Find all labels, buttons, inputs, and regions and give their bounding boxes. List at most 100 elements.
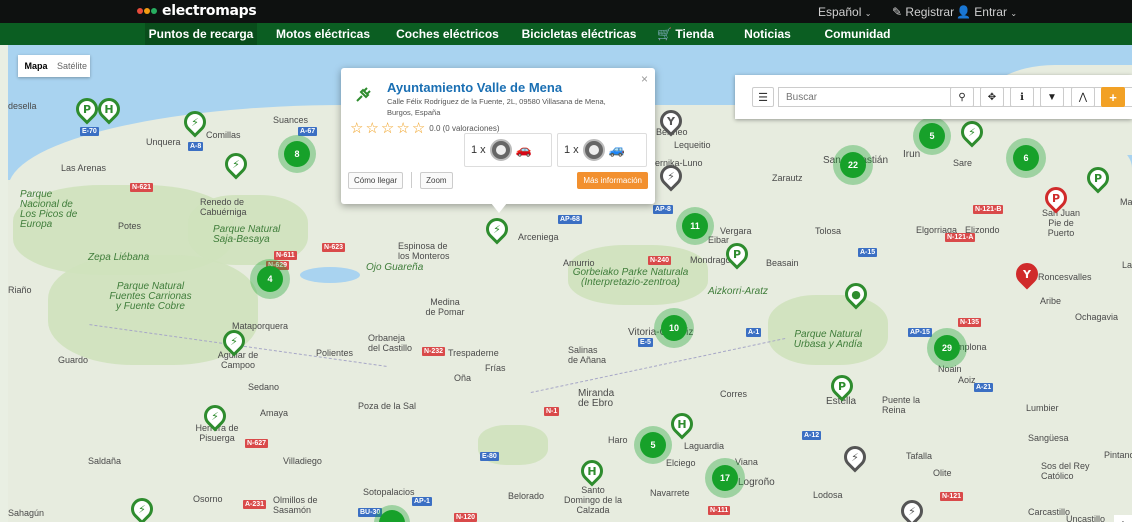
place-label: Lequeitio [674, 140, 711, 150]
close-icon[interactable]: × [641, 72, 648, 86]
nav-electric-cars[interactable]: Coches eléctricos [390, 23, 505, 45]
station-cluster[interactable]: 22 [833, 145, 873, 185]
place-label: Laguardia [684, 441, 725, 451]
connector-box[interactable]: 1 x 🚙 [557, 133, 647, 167]
star-icon: ☆ [411, 120, 426, 137]
rating-text: 0.0 (0 valoraciones) [429, 123, 500, 133]
search-icon[interactable]: ⚲ [950, 87, 974, 107]
road-shield: N-121-A [945, 233, 976, 242]
cluster-count: 29 [934, 335, 960, 361]
filter-icon[interactable]: ▼ [1040, 87, 1064, 107]
station-cluster[interactable]: 8 [278, 135, 316, 173]
connector-count: 1 x [564, 144, 579, 156]
station-cluster[interactable]: 29 [927, 328, 967, 368]
station-cluster[interactable]: 17 [705, 458, 745, 498]
nav-electric-motorbikes[interactable]: Motos eléctricas [268, 23, 378, 45]
place-label: Saldaña [88, 456, 122, 466]
info-icon[interactable]: ℹ [1010, 87, 1034, 107]
nav-community[interactable]: Comunidad [815, 23, 900, 45]
language-select[interactable]: Español ⌄ [818, 5, 871, 19]
cluster-count: 6 [1013, 145, 1039, 171]
road-shield: AP-68 [558, 215, 582, 224]
road-shield: N-121-B [973, 205, 1004, 214]
nav-electric-bikes[interactable]: Bicicletas eléctricas [515, 23, 643, 45]
place-label: Sotopalacios [363, 487, 415, 497]
add-icon[interactable]: + [1101, 87, 1125, 107]
place-label: Aguilar de Campoo [217, 350, 259, 370]
place-label: Lodosa [813, 490, 843, 500]
place-label: Salinas de Añana [568, 345, 607, 365]
more-info-button[interactable]: Más información [577, 171, 648, 189]
place-label: Lumbier [1026, 403, 1059, 413]
user-icon: 👤 [956, 5, 971, 19]
cluster-count: 10 [661, 315, 687, 341]
zoom-button[interactable]: Zoom [420, 171, 453, 189]
nav-label: Puntos de recarga [148, 27, 254, 41]
place-label: Guardo [58, 355, 89, 365]
nav-label: Bicicletas eléctricas [521, 27, 637, 41]
place-label: Tafalla [906, 451, 933, 461]
place-label: Trespaderne [448, 348, 499, 358]
divider [411, 172, 413, 188]
road-shield: N-111 [708, 506, 731, 515]
lake [300, 267, 360, 283]
map-type-map[interactable]: Mapa [18, 55, 54, 77]
map-canvas[interactable]: Mapa Satélite desella Las Arenas Unquera… [8, 45, 1132, 522]
nav-store[interactable]: 🛒 Tienda [653, 23, 718, 45]
star-icon: ☆ [350, 120, 364, 137]
station-cluster[interactable]: 6 [1006, 138, 1046, 178]
nav-label: Noticias [744, 27, 791, 41]
station-cluster[interactable]: 5 [634, 426, 672, 464]
road-shield: AP-8 [653, 205, 673, 214]
electromaps-logo[interactable]: electromaps [137, 2, 257, 20]
place-label: Eibar [708, 235, 730, 245]
register-link[interactable]: ✎ Registrar [892, 5, 954, 19]
place-label: Santo Domingo de la Calzada [563, 485, 623, 515]
place-label: Irun [903, 149, 921, 160]
station-address: Calle Félix Rodríguez de la Fuente, 2L, … [387, 97, 606, 117]
station-cluster[interactable]: 4 [250, 259, 290, 299]
route-icon[interactable]: ⋀ [1071, 87, 1095, 107]
station-cluster[interactable]: 5 [913, 117, 951, 155]
edit-icon: ✎ [892, 5, 903, 19]
zoom-in-button[interactable]: + [1114, 515, 1132, 522]
main-nav: Puntos de recarga Motos eléctricas Coche… [0, 23, 1132, 45]
car-bike-icon: 🚗 [515, 142, 532, 157]
place-label: Pintano [1104, 450, 1132, 460]
road-shield: A-8 [188, 142, 204, 151]
road-shield: N-623 [322, 243, 346, 252]
cluster-count: 22 [840, 152, 866, 178]
place-label: San Juan Pie de Puerto [1041, 208, 1081, 238]
road-shield: AP-15 [908, 328, 932, 337]
road-shield: N-121 [940, 492, 964, 501]
connector-box[interactable]: 1 x 🚗 [464, 133, 552, 167]
socket-icon [582, 139, 605, 161]
road-shield: A-231 [243, 500, 267, 509]
nav-label: Motos eléctricas [275, 27, 371, 41]
place-label: Frías [485, 363, 506, 373]
locate-icon[interactable]: ✥ [980, 87, 1004, 107]
nav-charging-points[interactable]: Puntos de recarga [145, 23, 257, 45]
road-shield: E-80 [480, 452, 499, 461]
station-cluster[interactable]: 11 [676, 207, 714, 245]
map-type-satellite[interactable]: Satélite [54, 55, 90, 77]
station-cluster[interactable]: 10 [654, 308, 694, 348]
nav-news[interactable]: Noticias [735, 23, 800, 45]
place-label: Haro [608, 435, 628, 445]
place-label: Parque Natural Saja-Besaya [213, 224, 281, 245]
place-label: Belorado [508, 491, 545, 501]
place-label: Vergara [720, 226, 752, 236]
place-label: Aizkorri-Aratz [708, 286, 769, 297]
list-icon[interactable]: ☰ [752, 87, 774, 107]
road-shield: N-1 [544, 407, 560, 416]
directions-button[interactable]: Cómo llegar [348, 171, 404, 189]
place-label: Sos del Rey Católico [1041, 461, 1090, 481]
place-label: Sangüesa [1028, 433, 1069, 443]
logo-text: electromaps [162, 3, 257, 19]
place-label: Navarrete [650, 488, 690, 498]
place-label: Polientes [316, 348, 354, 358]
nav-label: Coches eléctricos [396, 27, 499, 41]
login-menu[interactable]: 👤 Entrar ⌄ [956, 5, 1017, 19]
place-label: Arceniega [518, 232, 559, 242]
search-input[interactable] [778, 87, 950, 107]
